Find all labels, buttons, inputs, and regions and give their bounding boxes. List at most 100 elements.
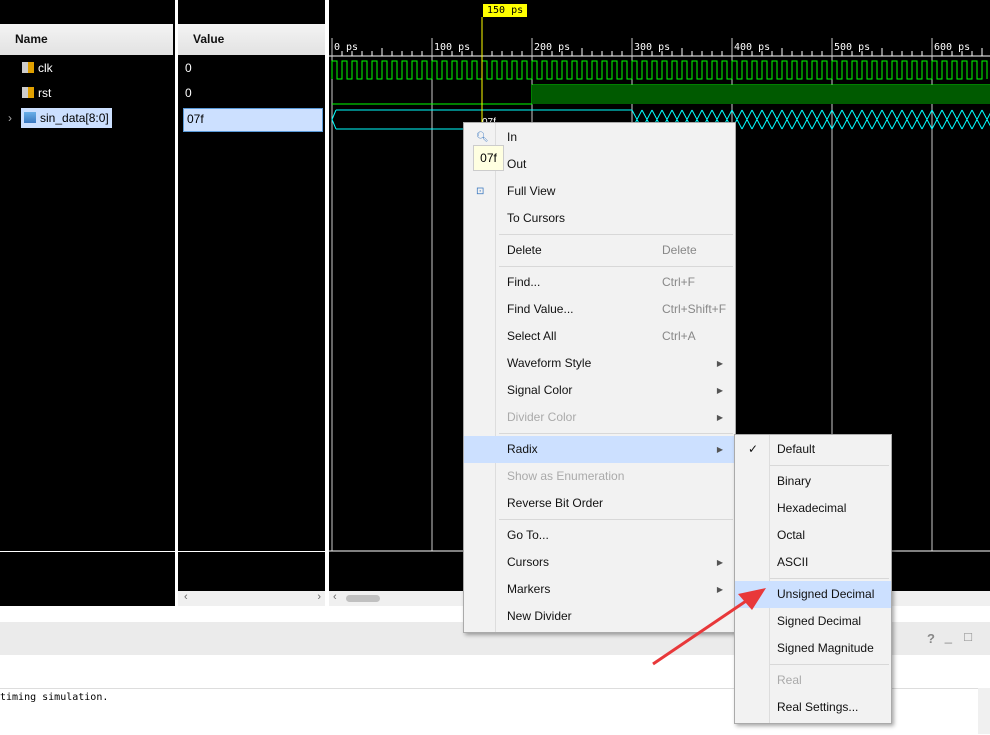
- menu-item-label: Full View: [507, 184, 556, 198]
- menu-item-label: Go To...: [507, 528, 549, 542]
- value-pane: Value 0 0 07f ‹ ›: [178, 0, 325, 606]
- signal-lock-icon: [22, 62, 34, 73]
- menu-item-select-all[interactable]: Select All Ctrl+A: [464, 323, 735, 350]
- menu-item-label: Show as Enumeration: [507, 469, 625, 483]
- menu-item-to-cursors[interactable]: To Cursors: [464, 205, 735, 232]
- menu-item-label: Hexadecimal: [777, 501, 847, 515]
- shortcut-label: Ctrl+Shift+F: [662, 302, 727, 316]
- help-icon[interactable]: ?: [927, 631, 935, 646]
- menu-item-in[interactable]: In 🔍︎: [464, 124, 735, 151]
- menu-item-label: Signal Color: [507, 383, 573, 397]
- menu-item-out[interactable]: Out🔍︎: [464, 151, 735, 178]
- menu-item-signal-color[interactable]: Signal Color ▶: [464, 377, 735, 404]
- menu-item-show-as-enumeration: Show as Enumeration: [464, 463, 735, 490]
- menu-item-label: Find...: [507, 275, 541, 289]
- cursor-time-label[interactable]: 150 ps: [483, 4, 528, 17]
- menu-separator: [499, 519, 733, 520]
- rst-high-fill: [532, 85, 990, 104]
- menu-item-find-value[interactable]: Find Value... Ctrl+Shift+F: [464, 296, 735, 323]
- scrollbar-thumb[interactable]: [346, 595, 380, 602]
- signal-row[interactable]: sin_data[8:0]: [21, 108, 112, 128]
- signal-row[interactable]: clk: [22, 58, 53, 78]
- shortcut-label: Ctrl+F: [662, 275, 695, 289]
- menu-item-delete[interactable]: Delete Delete: [464, 237, 735, 264]
- menu-item-label: Cursors: [507, 555, 550, 569]
- zoom-fit-icon: ⊡: [476, 186, 485, 197]
- menu-item-default[interactable]: Default ✓: [735, 436, 891, 463]
- menu-item-label: Real: [777, 673, 802, 687]
- menu-item-label: Reverse Bit Order: [507, 496, 604, 510]
- menu-item-waveform-style[interactable]: Waveform Style ▶: [464, 350, 735, 377]
- menu-item-signed-decimal[interactable]: Signed Decimal: [735, 608, 891, 635]
- tick-label: 0 ps: [334, 42, 358, 53]
- submenu-arrow-icon: ▶: [716, 359, 723, 368]
- menu-item-label: Signed Decimal: [777, 614, 862, 628]
- checkmark-icon: ✓: [748, 442, 759, 456]
- console-vscrollbar[interactable]: [978, 688, 990, 734]
- menu-item-ascii[interactable]: ASCII: [735, 549, 891, 576]
- menu-item-label: In: [507, 130, 518, 144]
- menu-item-label: Delete: [507, 243, 542, 257]
- menu-item-real: Real: [735, 667, 891, 694]
- signal-name: sin_data[8:0]: [40, 111, 109, 125]
- menu-separator: [499, 266, 733, 267]
- signal-name: clk: [38, 61, 53, 75]
- menu-item-label: Default: [777, 442, 816, 456]
- menu-item-label: Divider Color: [507, 410, 577, 424]
- value-tooltip: 07f: [473, 145, 504, 171]
- menu-item-radix[interactable]: Radix ▶: [464, 436, 735, 463]
- signal-value: 07f: [183, 108, 323, 132]
- menu-separator: [499, 234, 733, 235]
- menu-item-binary[interactable]: Binary: [735, 468, 891, 495]
- menu-item-label: Real Settings...: [777, 700, 859, 714]
- menu-item-divider-color: Divider Color ▶: [464, 404, 735, 431]
- menu-item-new-divider[interactable]: New Divider: [464, 603, 735, 630]
- menu-item-label: Find Value...: [507, 302, 574, 316]
- menu-item-full-view[interactable]: Full View ⊡: [464, 178, 735, 205]
- menu-item-label: Radix: [507, 442, 538, 456]
- bus-icon: [24, 112, 36, 123]
- menu-item-unsigned-decimal[interactable]: Unsigned Decimal: [735, 581, 891, 608]
- value-column-header[interactable]: Value: [178, 24, 325, 55]
- menu-item-label: Binary: [777, 474, 812, 488]
- name-column-header[interactable]: Name: [0, 24, 173, 55]
- shortcut-label: Ctrl+A: [662, 329, 696, 343]
- menu-separator: [499, 433, 733, 434]
- restore-icon[interactable]: □: [964, 629, 972, 644]
- name-pane: Name clk rst sin_data[8:0] ›: [0, 0, 175, 606]
- menu-separator: [770, 664, 889, 665]
- menu-item-find[interactable]: Find... Ctrl+F: [464, 269, 735, 296]
- menu-item-octal[interactable]: Octal: [735, 522, 891, 549]
- menu-item-hexadecimal[interactable]: Hexadecimal: [735, 495, 891, 522]
- submenu-arrow-icon: ▶: [716, 445, 723, 454]
- menu-item-signed-magnitude[interactable]: Signed Magnitude: [735, 635, 891, 662]
- shortcut-label: Delete: [662, 243, 697, 257]
- menu-item-real-settings[interactable]: Real Settings...: [735, 694, 891, 721]
- signal-value: 0: [185, 86, 192, 100]
- menu-separator: [770, 465, 889, 466]
- value-hscrollbar[interactable]: ‹ ›: [178, 591, 325, 606]
- submenu-arrow-icon: ▶: [716, 413, 723, 422]
- minimize-icon[interactable]: _: [945, 629, 952, 644]
- signal-value: 0: [185, 61, 192, 75]
- submenu-arrow-icon: ▶: [716, 558, 723, 567]
- clk-waveform: [331, 60, 988, 80]
- menu-item-label: To Cursors: [507, 211, 566, 225]
- submenu-arrow-icon: ▶: [716, 386, 723, 395]
- menu-item-cursors[interactable]: Cursors ▶: [464, 549, 735, 576]
- menu-item-reverse-bit-order[interactable]: Reverse Bit Order: [464, 490, 735, 517]
- menu-item-label: Octal: [777, 528, 806, 542]
- menu-item-markers[interactable]: Markers ▶: [464, 576, 735, 603]
- signal-lock-icon: [22, 87, 34, 98]
- menu-separator: [770, 578, 889, 579]
- menu-item-go-to[interactable]: Go To...: [464, 522, 735, 549]
- menu-item-label: Unsigned Decimal: [777, 587, 875, 601]
- menu-item-label: Select All: [507, 329, 557, 343]
- submenu-arrow-icon: ▶: [716, 585, 723, 594]
- menu-item-label: Signed Magnitude: [777, 641, 874, 655]
- signal-row[interactable]: rst: [22, 83, 51, 103]
- context-menu: In🔍︎Out🔍︎Full View⊡To CursorsDeleteDelet…: [463, 122, 736, 633]
- expand-chevron-icon[interactable]: ›: [8, 108, 12, 128]
- signal-name: rst: [38, 86, 52, 100]
- menu-item-label: Markers: [507, 582, 551, 596]
